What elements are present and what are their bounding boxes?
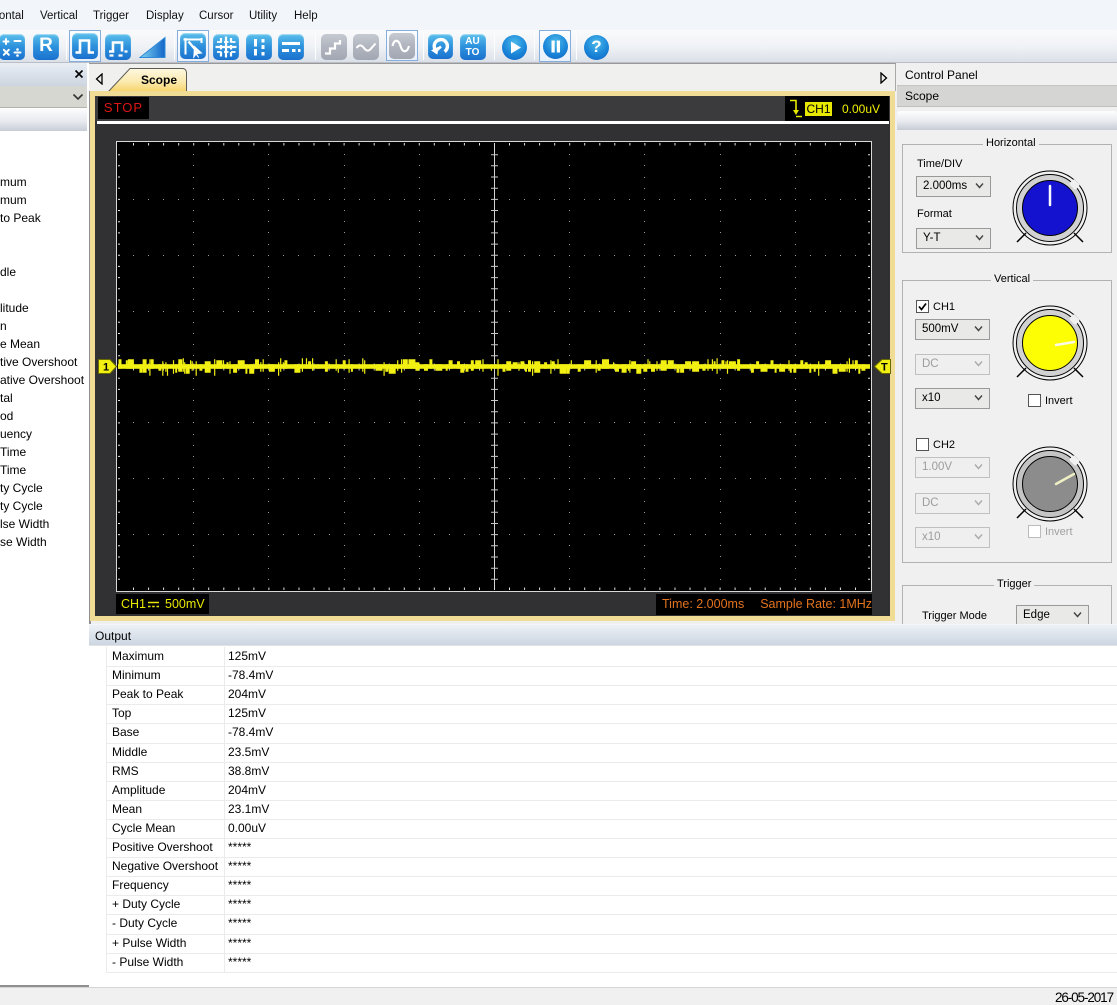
svg-text:T: T xyxy=(881,362,888,374)
svg-text:1: 1 xyxy=(103,362,109,374)
